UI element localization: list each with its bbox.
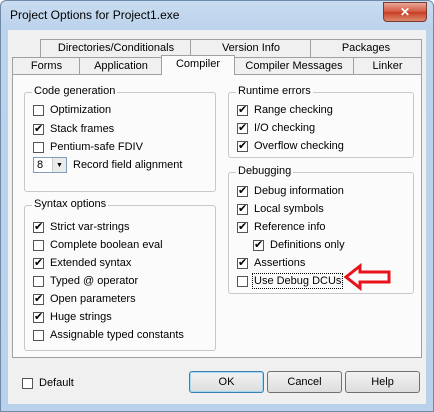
pentium-safe-fdiv-checkbox[interactable]: Pentium-safe FDIV [33,140,143,154]
project-options-dialog: Project Options for Project1.exe ✕ Direc… [0,0,434,412]
checkbox-label: Definitions only [270,239,345,251]
checkbox-box[interactable] [33,141,44,153]
huge-strings-checkbox[interactable]: Huge strings [33,310,112,324]
typed-operator-checkbox[interactable]: Typed @ operator [33,274,138,288]
compiler-tab-panel: Code generation Optimization Stack frame… [12,74,422,358]
checkbox-box[interactable] [237,275,248,287]
checkbox-box[interactable] [33,275,44,287]
syntax-options-title: Syntax options [32,198,109,210]
optimization-checkbox[interactable]: Optimization [33,103,111,117]
tab-linker[interactable]: Linker [353,57,422,75]
arrow-icon [344,263,391,291]
open-parameters-checkbox[interactable]: Open parameters [33,292,136,306]
overflow-checking-checkbox[interactable]: Overflow checking [237,139,344,153]
checkbox-label: Use Debug DCUs [251,273,344,289]
reference-info-checkbox[interactable]: Reference info [237,220,326,234]
dialog-body: Directories/Conditionals Version Info Pa… [8,30,426,404]
assertions-checkbox[interactable]: Assertions [237,256,305,270]
checkbox-label: Range checking [254,104,333,116]
checkbox-label: Pentium-safe FDIV [50,141,143,153]
select-value: 8 [37,159,44,171]
close-icon: ✕ [399,5,411,19]
checkbox-box[interactable] [253,238,264,251]
checkbox-box[interactable] [33,122,44,135]
checkbox-label: Reference info [254,221,326,233]
debugging-title: Debugging [236,165,294,177]
tab-compiler-messages[interactable]: Compiler Messages [233,57,355,75]
record-field-alignment-label: Record field alignment [73,159,183,171]
checkbox-box[interactable] [237,256,248,269]
red-arrow-annotation [344,263,391,291]
code-generation-group: Code generation Optimization Stack frame… [24,85,216,192]
title-bar: Project Options for Project1.exe ✕ [1,1,433,29]
checkbox-box[interactable] [22,377,33,389]
checkbox-box[interactable] [33,310,44,323]
checkbox-label: Debug information [254,185,344,197]
checkbox-label: Stack frames [50,123,115,135]
debug-information-checkbox[interactable]: Debug information [237,184,344,198]
close-button[interactable]: ✕ [383,2,427,22]
checkbox-box[interactable] [237,121,248,134]
stack-frames-checkbox[interactable]: Stack frames [33,122,114,136]
window-title: Project Options for Project1.exe [10,8,180,22]
tab-compiler[interactable]: Compiler [161,55,235,75]
checkbox-box[interactable] [237,139,248,152]
assignable-typed-constants-checkbox[interactable]: Assignable typed constants [33,328,184,342]
tab-application[interactable]: Application [79,57,163,75]
checkbox-box[interactable] [33,239,44,251]
io-checking-checkbox[interactable]: I/O checking [237,121,315,135]
checkbox-box[interactable] [237,103,248,116]
checkbox-label: Assignable typed constants [50,329,184,341]
record-field-alignment-select[interactable]: 8 ▼ [33,157,67,173]
tab-forms[interactable]: Forms [12,57,81,75]
checkbox-label: Local symbols [254,203,324,215]
checkbox-label: Extended syntax [50,257,132,269]
ok-button[interactable]: OK [189,371,264,393]
chevron-down-icon[interactable]: ▼ [52,158,66,172]
checkbox-label: I/O checking [254,122,316,134]
checkbox-box[interactable] [237,184,248,197]
checkbox-label: Complete boolean eval [50,239,163,251]
checkbox-label: Huge strings [50,311,112,323]
checkbox-box[interactable] [33,220,44,233]
definitions-only-checkbox[interactable]: Definitions only [253,238,345,252]
checkbox-label: Optimization [50,104,112,116]
checkbox-box[interactable] [33,104,44,116]
extended-syntax-checkbox[interactable]: Extended syntax [33,256,131,270]
checkbox-box[interactable] [237,220,248,233]
checkbox-box[interactable] [33,292,44,305]
checkbox-label: Overflow checking [254,140,344,152]
checkbox-label: Strict var-strings [50,221,130,233]
checkbox-box[interactable] [33,329,44,341]
record-field-alignment-row: 8 ▼ Record field alignment [33,156,182,174]
tab-packages[interactable]: Packages [310,39,422,57]
cancel-button[interactable]: Cancel [267,371,342,393]
code-generation-title: Code generation [32,85,118,97]
complete-boolean-eval-checkbox[interactable]: Complete boolean eval [33,238,163,252]
runtime-errors-title: Runtime errors [236,85,313,97]
syntax-options-group: Syntax options Strict var-strings Comple… [24,198,216,351]
runtime-errors-group: Runtime errors Range checking I/O checki… [228,85,414,158]
checkbox-label: Default [39,377,74,389]
use-debug-dcus-checkbox[interactable]: Use Debug DCUs [237,273,344,289]
checkbox-label: Open parameters [50,293,136,305]
strict-var-strings-checkbox[interactable]: Strict var-strings [33,220,129,234]
local-symbols-checkbox[interactable]: Local symbols [237,202,324,216]
checkbox-label: Typed @ operator [50,275,139,287]
default-checkbox[interactable]: Default [22,376,74,390]
range-checking-checkbox[interactable]: Range checking [237,103,333,117]
checkbox-label: Assertions [254,257,306,269]
help-button[interactable]: Help [345,371,420,393]
checkbox-box[interactable] [33,256,44,269]
checkbox-box[interactable] [237,202,248,215]
